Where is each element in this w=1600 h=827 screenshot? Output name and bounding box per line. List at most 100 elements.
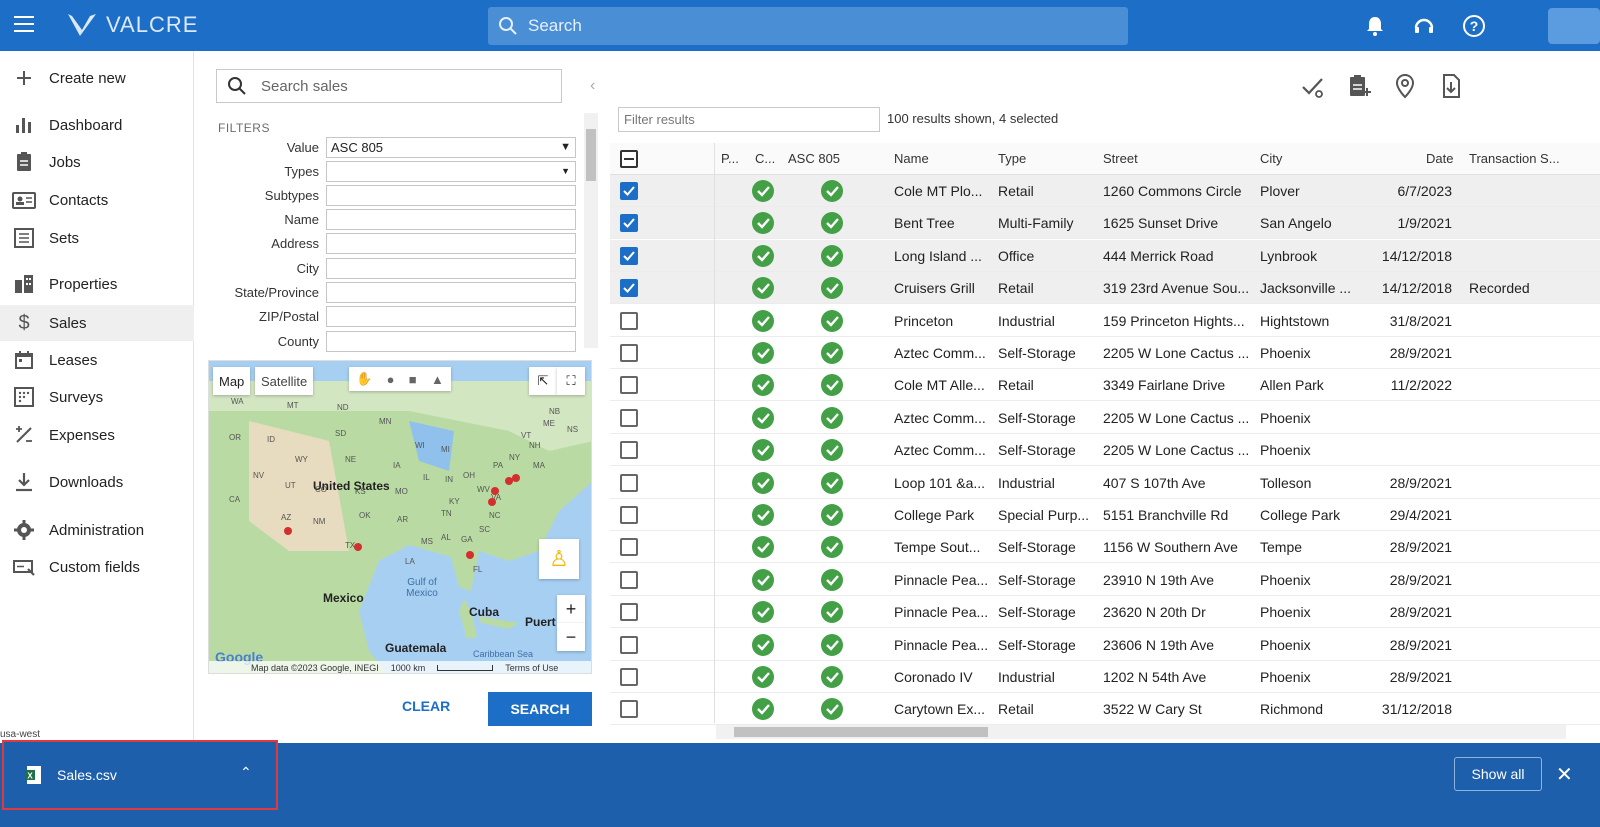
sales-map[interactable]: Map Satellite ✋ ● ■ ▲ ⇱ ⛶ ♙ + − United Stat…: [208, 360, 592, 674]
create-new-button[interactable]: Create new: [0, 60, 194, 96]
map-state-label: WA: [231, 397, 244, 406]
col-header-transaction-status[interactable]: Transaction S...: [1469, 151, 1560, 166]
global-search-input[interactable]: Search: [488, 7, 1128, 45]
chevron-down-icon: ▼: [560, 141, 571, 153]
map-pin-icon[interactable]: [1392, 73, 1418, 99]
sales-search-input[interactable]: Search sales: [216, 69, 562, 103]
row-checkbox[interactable]: [620, 635, 638, 654]
sidebar-item-surveys[interactable]: Surveys: [0, 379, 194, 415]
row-checkbox[interactable]: [620, 408, 638, 427]
sidebar-item-jobs[interactable]: Jobs: [0, 144, 194, 180]
table-row[interactable]: Aztec Comm... Self-Storage 2205 W Lone Cac…: [610, 337, 1600, 369]
sidebar-item-sets[interactable]: Sets: [0, 220, 194, 256]
sidebar-item-properties[interactable]: Properties: [0, 266, 194, 302]
row-checkbox[interactable]: [620, 506, 638, 524]
table-row[interactable]: Pinnacle Pea... Self-Storage 23606 N 19th …: [610, 629, 1600, 661]
row-checkbox[interactable]: [620, 570, 638, 589]
col-header-date[interactable]: Date: [1426, 151, 1453, 166]
table-row[interactable]: Aztec Comm... Self-Storage 2205 W Lone Cac…: [610, 402, 1600, 434]
app-logo[interactable]: VALCRE: [66, 12, 198, 38]
map-marker[interactable]: [354, 543, 362, 551]
collapse-panel-icon[interactable]: ‹: [590, 77, 595, 95]
sidebar-item-downloads[interactable]: Downloads: [0, 464, 194, 500]
close-icon[interactable]: ✕: [1556, 762, 1573, 787]
search-button[interactable]: SEARCH: [488, 692, 592, 726]
map-marker[interactable]: [284, 527, 292, 535]
help-icon[interactable]: ?: [1462, 14, 1486, 38]
map-terms-link[interactable]: Terms of Use: [505, 663, 558, 673]
table-row[interactable]: Princeton Industrial 159 Princeton Hights.…: [610, 305, 1600, 337]
row-checkbox[interactable]: [620, 246, 638, 265]
name-field[interactable]: [326, 208, 576, 230]
table-row[interactable]: Cole MT Alle... Retail 3349 Fairlane Drive…: [610, 369, 1600, 402]
col-header-p[interactable]: P...: [721, 151, 739, 166]
map-marker[interactable]: [466, 551, 474, 559]
table-row[interactable]: Bent Tree Multi-Family 1625 Sunset Drive Sa…: [610, 207, 1600, 240]
col-header-city[interactable]: City: [1260, 151, 1282, 166]
col-header-c[interactable]: C...: [755, 151, 775, 166]
table-row[interactable]: Cole MT Plo... Retail 1260 Commons Circle P…: [610, 175, 1600, 207]
subtypes-field[interactable]: [326, 184, 576, 206]
map-marker[interactable]: [512, 474, 520, 482]
col-header-name[interactable]: Name: [894, 151, 929, 166]
row-checkbox[interactable]: [620, 603, 638, 622]
results-horizontal-scrollbar[interactable]: [716, 725, 1566, 739]
filters-scrollbar[interactable]: [584, 113, 598, 348]
map-marker[interactable]: [491, 487, 499, 495]
row-checkbox[interactable]: [620, 214, 638, 233]
sidebar-item-contacts[interactable]: Contacts: [0, 182, 194, 218]
filter-results-input[interactable]: Filter results: [618, 107, 880, 132]
sidebar-item-sales[interactable]: $ Sales: [0, 305, 194, 341]
table-row[interactable]: Loop 101 &a... Industrial 407 S 107th Ave T…: [610, 467, 1600, 499]
export-file-icon[interactable]: [1438, 73, 1464, 99]
row-checkbox[interactable]: [620, 344, 638, 362]
col-header-asc805[interactable]: ASC 805: [788, 151, 840, 166]
zip-field[interactable]: [326, 305, 576, 327]
sidebar-item-expenses[interactable]: Expenses: [0, 417, 194, 453]
clear-button[interactable]: CLEAR: [402, 698, 450, 714]
support-headset-icon[interactable]: [1412, 14, 1436, 38]
types-select[interactable]: ▼: [326, 160, 576, 182]
row-checkbox[interactable]: [620, 700, 638, 719]
clipboard-add-icon[interactable]: [1346, 73, 1372, 99]
chevron-up-icon[interactable]: ⌃: [240, 764, 252, 781]
row-checkbox[interactable]: [620, 441, 638, 460]
row-checkbox[interactable]: [620, 311, 638, 330]
county-field[interactable]: [326, 330, 576, 352]
address-field[interactable]: [326, 232, 576, 254]
sidebar-item-custom-fields[interactable]: Custom fields: [0, 549, 194, 585]
sidebar-item-leases[interactable]: Leases: [0, 342, 194, 378]
row-checkbox[interactable]: [620, 473, 638, 492]
table-row[interactable]: Tempe Sout... Self-Storage 1156 W Southern…: [610, 531, 1600, 564]
table-row[interactable]: College Park Special Purp... 5151 Branchvi…: [610, 499, 1600, 531]
download-item-sales-csv[interactable]: X Sales.csv ⌃: [2, 740, 278, 810]
table-row[interactable]: Pinnacle Pea... Self-Storage 23910 N 19th …: [610, 564, 1600, 596]
row-checkbox[interactable]: [620, 376, 638, 395]
value-select[interactable]: ASC 805 ▼: [326, 136, 576, 158]
col-header-street[interactable]: Street: [1103, 151, 1138, 166]
show-all-button[interactable]: Show all: [1454, 757, 1542, 791]
map-marker[interactable]: [488, 498, 496, 506]
user-avatar[interactable]: [1548, 8, 1600, 44]
sidebar-item-administration[interactable]: Administration: [0, 512, 194, 548]
hamburger-menu-icon[interactable]: [14, 16, 34, 34]
row-checkbox[interactable]: [620, 182, 638, 200]
table-row[interactable]: Cruisers Grill Retail 319 23rd Avenue Sou.…: [610, 272, 1600, 305]
row-checkbox[interactable]: [620, 668, 638, 686]
col-header-type[interactable]: Type: [998, 151, 1026, 166]
state-field[interactable]: [326, 281, 576, 303]
city-field[interactable]: [326, 257, 576, 279]
table-row[interactable]: Aztec Comm... Self-Storage 2205 W Lone Cac…: [610, 434, 1600, 467]
table-row[interactable]: Carytown Ex... Retail 3522 W Cary St Richmo…: [610, 693, 1600, 726]
sidebar-item-dashboard[interactable]: Dashboard: [0, 107, 194, 143]
table-row[interactable]: Pinnacle Pea... Self-Storage 23620 N 20th …: [610, 596, 1600, 629]
bell-icon[interactable]: [1363, 14, 1387, 38]
table-row[interactable]: Coronado IV Industrial 1202 N 54th Ave Phoe…: [610, 661, 1600, 693]
check-clear-icon[interactable]: [1300, 73, 1326, 99]
select-all-checkbox[interactable]: [620, 150, 638, 168]
row-checkbox[interactable]: [620, 279, 638, 298]
scrollbar-thumb[interactable]: [586, 129, 596, 181]
row-checkbox[interactable]: [620, 538, 638, 557]
scrollbar-thumb[interactable]: [734, 727, 988, 737]
table-row[interactable]: Long Island ... Office 444 Merrick Road Lyn…: [610, 239, 1600, 272]
